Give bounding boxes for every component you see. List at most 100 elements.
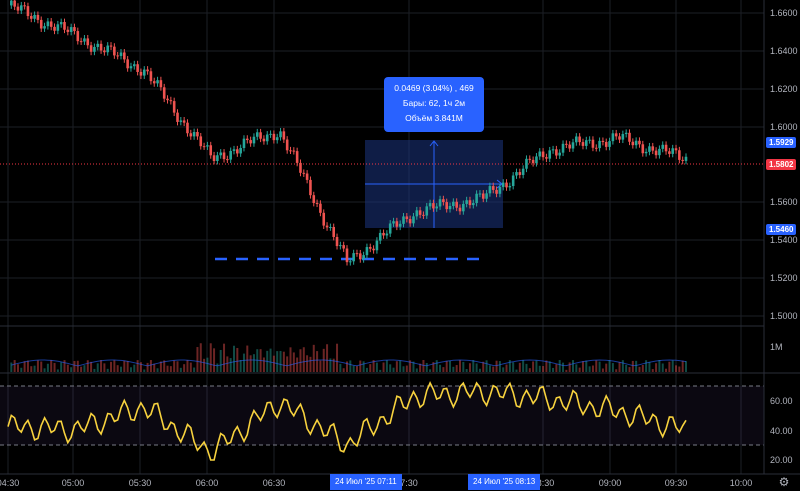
volume-bar <box>352 365 355 372</box>
candle-body <box>455 201 458 208</box>
volume-bar <box>522 360 525 372</box>
candle-body <box>531 159 535 164</box>
candle-body <box>172 101 176 113</box>
candle-body <box>209 145 213 156</box>
candle-body <box>59 22 63 25</box>
volume-bar <box>455 365 458 372</box>
candle-body <box>491 186 495 190</box>
candle-body <box>578 136 581 143</box>
volume-bar <box>46 363 49 372</box>
candle-body <box>681 159 684 161</box>
volume-bar <box>605 363 608 372</box>
rsi-tick-label: 40.00 <box>770 426 793 436</box>
candle-body <box>555 149 558 156</box>
candle-body <box>611 133 615 142</box>
volume-bar <box>385 360 388 372</box>
gear-icon[interactable]: ⚙ <box>776 474 792 490</box>
volume-bar <box>83 365 86 372</box>
time-tick-label: 05:00 <box>62 478 85 488</box>
volume-bar <box>445 360 448 372</box>
candle-body <box>382 232 385 236</box>
time-tick-label: 05:30 <box>129 478 152 488</box>
volume-bar <box>149 360 152 372</box>
candle-body <box>305 173 309 180</box>
candle-body <box>584 140 588 146</box>
candle-body <box>541 151 545 158</box>
volume-bar <box>66 364 69 372</box>
volume-bar <box>495 360 498 372</box>
price-tick-label: 1.6600 <box>770 8 798 18</box>
volume-bar <box>319 360 322 372</box>
time-tick-label: 09:00 <box>599 478 622 488</box>
volume-bar <box>588 366 591 372</box>
volume-bar <box>439 364 442 372</box>
volume-bar <box>209 343 212 372</box>
candle-body <box>594 147 598 149</box>
candle-body <box>206 145 209 147</box>
rsi-tick-label: 20.00 <box>770 455 793 465</box>
candle-body <box>169 100 173 102</box>
candle-body <box>282 131 286 140</box>
candle-body <box>565 143 568 145</box>
volume-bar <box>100 360 103 372</box>
candle-body <box>545 157 548 159</box>
candle-body <box>119 52 123 56</box>
candle-body <box>279 131 282 138</box>
volume-bar <box>183 364 186 372</box>
volume-bar <box>405 365 408 372</box>
candle-body <box>528 158 532 160</box>
volume-bar <box>635 360 638 372</box>
volume-bar <box>186 360 189 372</box>
volume-bar <box>146 362 149 372</box>
volume-bar <box>336 343 339 372</box>
candle-body <box>295 151 299 163</box>
volume-bar <box>665 368 668 372</box>
volume-bar <box>641 365 644 372</box>
volume-bar <box>349 360 352 372</box>
candle-body <box>465 200 468 204</box>
volume-bar <box>515 369 518 372</box>
candle-body <box>149 71 153 82</box>
volume-bar <box>468 363 471 372</box>
candle-body <box>535 156 538 164</box>
price-tag-high: 1.5929 <box>766 137 797 148</box>
volume-bar <box>595 360 598 372</box>
candle-body <box>226 159 229 161</box>
volume-bar <box>326 344 329 372</box>
candle-body <box>385 233 389 236</box>
volume-bar <box>242 353 245 372</box>
volume-bar <box>216 363 219 372</box>
volume-bar <box>292 352 295 372</box>
candle-body <box>538 151 542 157</box>
volume-bar <box>488 365 491 372</box>
volume-bar <box>675 365 678 372</box>
candle-body <box>36 14 40 20</box>
candle-body <box>445 202 449 210</box>
volume-bar <box>462 361 465 372</box>
volume-bar <box>53 362 56 372</box>
candle-body <box>232 149 236 151</box>
candle-body <box>186 122 189 134</box>
candle-body <box>83 38 86 42</box>
candle-body <box>501 182 505 187</box>
volume-bar <box>312 344 315 372</box>
volume-axis-label: 1M <box>770 342 783 352</box>
price-chart[interactable]: 1.6600 1.6400 1.6200 1.6000 1.5600 1.5400 1.52… <box>0 0 800 491</box>
volume-bar <box>362 361 365 372</box>
volume-bar <box>355 366 358 372</box>
volume-bar <box>505 364 508 372</box>
candle-body <box>575 136 578 143</box>
volume-bar <box>365 367 368 372</box>
volume-bar <box>628 367 631 372</box>
volume-bar <box>213 348 216 372</box>
volume-bar <box>166 365 169 372</box>
candle-body <box>16 6 20 11</box>
volume-bar <box>661 363 664 372</box>
volume-bar <box>289 347 292 372</box>
volume-bar <box>229 358 232 372</box>
candle-body <box>624 132 628 135</box>
volume-bar <box>179 367 182 372</box>
candle-body <box>13 0 16 7</box>
candle-body <box>86 38 90 46</box>
rsi-axis[interactable]: 60.00 40.00 20.00 <box>770 396 793 465</box>
